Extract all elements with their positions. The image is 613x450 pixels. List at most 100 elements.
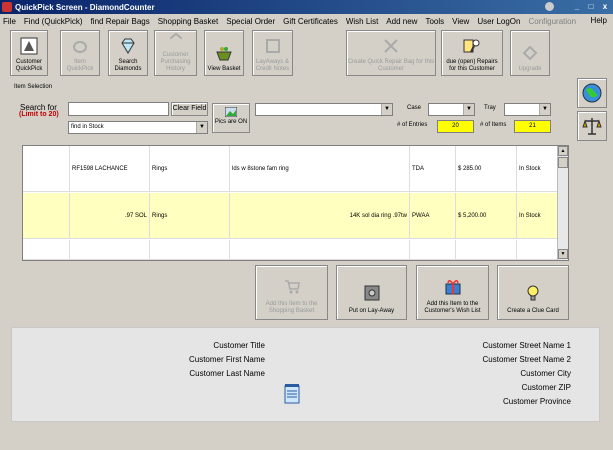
menu-help[interactable]: Help <box>591 16 607 25</box>
safe-icon <box>364 285 379 301</box>
tools-icon <box>384 39 398 53</box>
upgrade-button[interactable]: Upgrade <box>510 30 550 76</box>
description-cell: 14K sol dia ring .97tw <box>229 193 409 239</box>
items-label: # of Items <box>480 122 507 128</box>
add-to-basket-button[interactable]: Add this Item to the Shopping Basket <box>255 265 328 320</box>
action-label: Put on Lay-Away <box>348 308 395 314</box>
table-row[interactable]: RF1598 LACHANCE Rings lds w 8stone fam r… <box>23 146 558 192</box>
price-cell: $ 285.00 <box>455 146 516 192</box>
help-circle-icon[interactable] <box>545 2 554 11</box>
empty-cell <box>455 240 516 260</box>
table-row <box>23 240 558 260</box>
toolbar-label: Customer Purchasing History <box>160 52 191 72</box>
status-cell: In Stock <box>516 146 558 192</box>
chevron-down-icon: ▼ <box>196 122 207 133</box>
lay-away-button[interactable]: Put on Lay-Away <box>336 265 407 320</box>
view-basket-button[interactable]: View Basket <box>204 30 244 76</box>
empty-cell <box>516 240 558 260</box>
tray-select[interactable]: ▼ <box>504 103 551 116</box>
customer-zip-label: Customer ZIP <box>521 383 571 392</box>
empty-cell <box>149 240 229 260</box>
ring-icon <box>73 41 87 53</box>
title-bar: QuickPick Screen - DiamondCounter _ □ x <box>0 0 613 14</box>
category-cell: Rings <box>149 193 229 239</box>
menu-find-repair-bags[interactable]: find Repair Bags <box>91 17 150 26</box>
toolbar-label: due (open) Repairs for this Customer <box>446 59 498 72</box>
pics-toggle-button[interactable]: Pics are ON <box>212 103 250 133</box>
category-select[interactable]: ▼ <box>255 103 393 116</box>
diamond-icon <box>121 38 135 54</box>
customer-title-label: Customer Title <box>213 341 265 350</box>
scales-button[interactable] <box>577 111 607 141</box>
item-quickpick-button[interactable]: Item QuickPick <box>60 30 100 76</box>
menu-user-logon[interactable]: User LogOn <box>477 17 520 26</box>
vendor-cell: TDA <box>409 146 455 192</box>
scroll-up-button[interactable]: ▲ <box>558 146 568 156</box>
price-cell: $ 5,200.00 <box>455 193 516 239</box>
pics-toggle-label: Pics are ON <box>214 119 248 125</box>
search-diamonds-button[interactable]: Search Diamonds <box>108 30 148 76</box>
entries-label: # of Entries <box>397 122 428 128</box>
notepad-icon[interactable] <box>282 383 302 405</box>
clear-field-button[interactable]: Clear Field <box>171 102 208 116</box>
search-input[interactable] <box>68 102 169 116</box>
chevron-down-icon: ▼ <box>463 104 474 115</box>
customer-street-1-label: Customer Street Name 1 <box>482 341 571 350</box>
customer-quickpick-button[interactable]: Customer QuickPick <box>10 30 48 76</box>
empty-cell <box>409 240 455 260</box>
customer-street-2-label: Customer Street Name 2 <box>482 355 571 364</box>
menu-tools[interactable]: Tools <box>425 17 444 26</box>
tray-label: Tray <box>484 105 496 111</box>
menu-bar: File Find (QuickPick) find Repair Bags S… <box>0 14 613 28</box>
case-select[interactable]: ▼ <box>428 103 475 116</box>
create-clue-card-button[interactable]: Create a Clue Card <box>497 265 569 320</box>
purchasing-history-button[interactable]: Customer Purchasing History <box>154 30 197 76</box>
toolbar-label: Create Quick Repair Bag for this Custome… <box>347 59 435 72</box>
minimize-button[interactable]: _ <box>571 1 583 12</box>
customer-province-label: Customer Province <box>502 397 571 406</box>
menu-find-quickpick[interactable]: Find (QuickPick) <box>24 17 83 26</box>
toolbar-label: Upgrade <box>518 66 542 72</box>
menu-file[interactable]: File <box>3 17 16 26</box>
toolbar-label: View Basket <box>207 66 241 72</box>
open-repairs-button[interactable]: due (open) Repairs for this Customer <box>441 30 503 76</box>
maximize-button[interactable]: □ <box>585 1 597 12</box>
toolbar-label: Search Diamonds <box>114 59 142 72</box>
stock-filter-value: find in Stock <box>71 124 104 130</box>
menu-configuration[interactable]: Configuration <box>528 17 576 26</box>
scroll-thumb[interactable] <box>558 157 568 168</box>
items-value: 21 <box>514 120 551 133</box>
menu-add-new[interactable]: Add new <box>386 17 417 26</box>
action-label: Add this Item to the Customer's Wish Lis… <box>424 301 481 314</box>
layaways-credit-button[interactable]: LayAways & Credit Notes <box>252 30 293 76</box>
toolbar-label: LayAways & Credit Notes <box>255 59 290 72</box>
stock-filter-select[interactable]: find in Stock ▼ <box>68 121 208 134</box>
close-button[interactable]: x <box>599 1 611 12</box>
table-row[interactable]: .97 SOL Rings 14K sol dia ring .97tw PWA… <box>23 193 558 239</box>
vertical-scrollbar[interactable]: ▲ ▼ <box>557 146 568 260</box>
globe-button[interactable] <box>577 78 607 108</box>
globe-icon <box>582 83 602 103</box>
case-label: Case <box>407 105 422 111</box>
scroll-down-button[interactable]: ▼ <box>558 249 568 259</box>
category-cell: Rings <box>149 146 229 192</box>
customer-icon <box>20 37 38 55</box>
item-grid: RF1598 LACHANCE Rings lds w 8stone fam r… <box>22 145 569 261</box>
app-icon <box>2 2 12 12</box>
add-to-wish-list-button[interactable]: Add this Item to the Customer's Wish Lis… <box>416 265 489 320</box>
window-title: QuickPick Screen - DiamondCounter <box>15 2 155 12</box>
layaway-icon <box>265 39 280 53</box>
history-icon <box>169 32 182 40</box>
menu-wish-list[interactable]: Wish List <box>346 17 378 26</box>
description-cell: lds w 8stone fam ring <box>229 146 409 192</box>
lightbulb-icon <box>527 285 539 301</box>
chevron-down-icon: ▼ <box>381 104 392 115</box>
menu-gift-certificates[interactable]: Gift Certificates <box>283 17 338 26</box>
sku-cell: .97 SOL <box>69 193 149 239</box>
create-repair-bag-button[interactable]: Create Quick Repair Bag for this Custome… <box>346 30 436 76</box>
menu-shopping-basket[interactable]: Shopping Basket <box>158 17 219 26</box>
menu-view[interactable]: View <box>452 17 469 26</box>
menu-special-order[interactable]: Special Order <box>226 17 275 26</box>
empty-cell <box>229 240 409 260</box>
chevron-down-icon: ▼ <box>539 104 550 115</box>
